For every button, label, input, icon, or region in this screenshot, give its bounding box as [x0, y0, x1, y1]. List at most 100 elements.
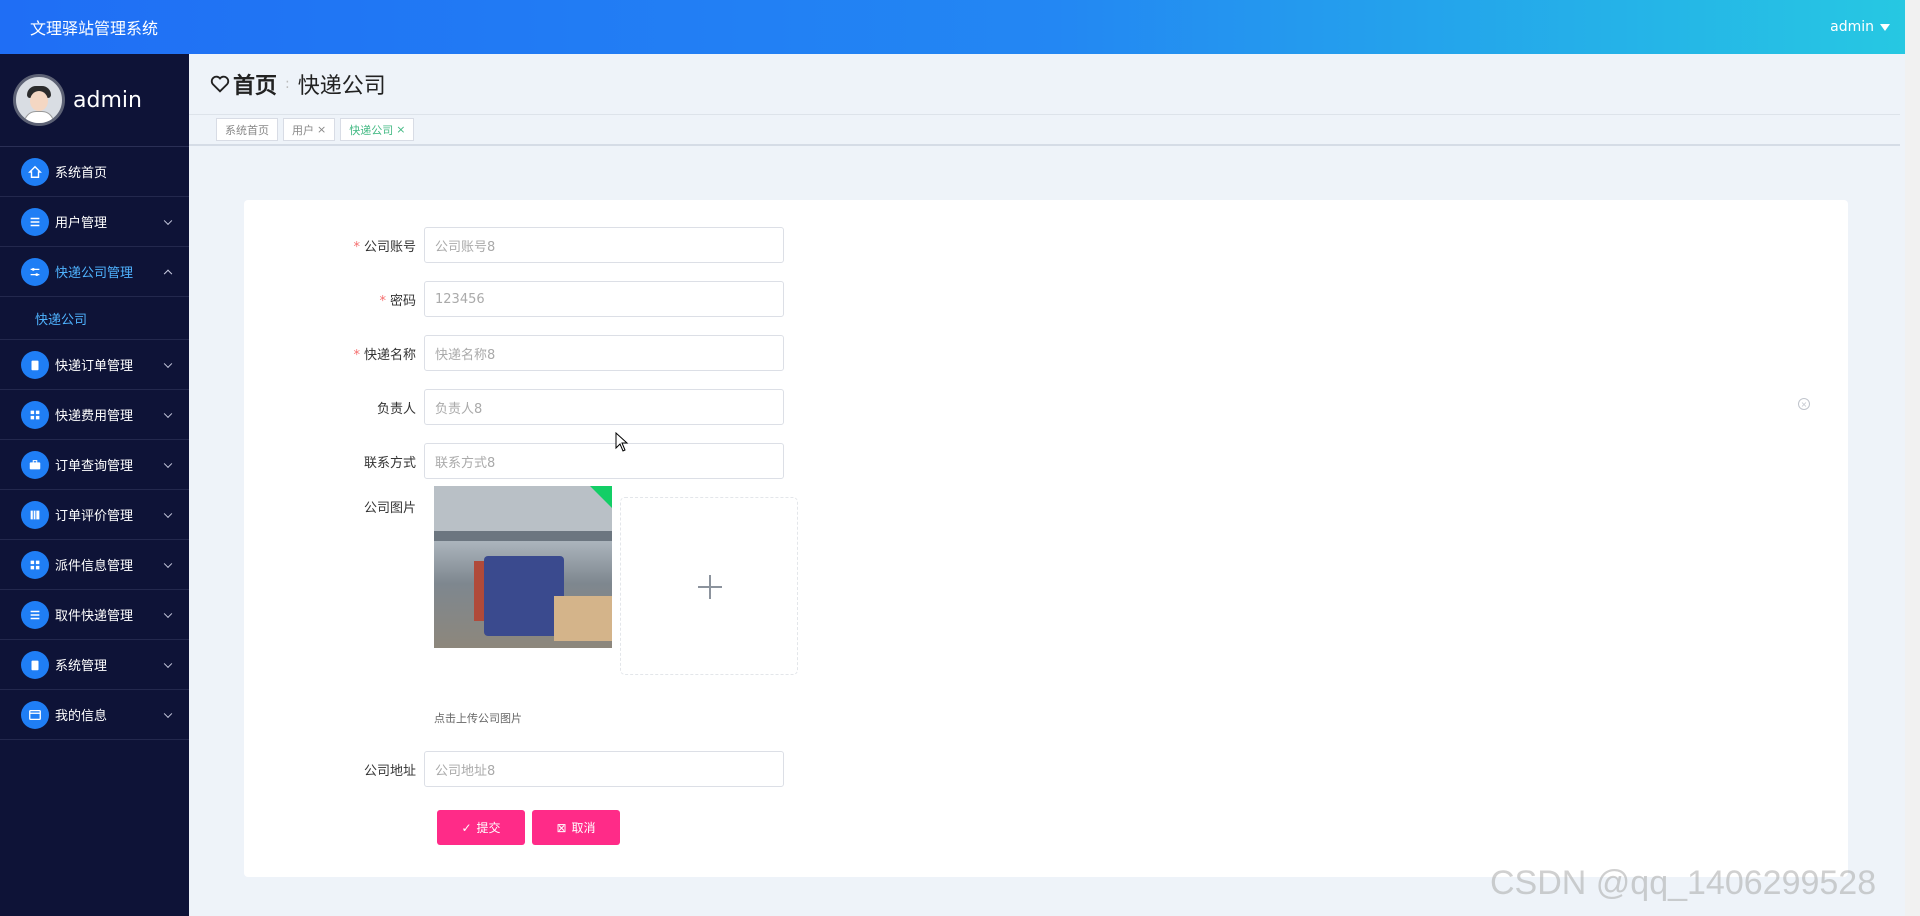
manager-input[interactable]: 负责人8	[424, 389, 784, 425]
form-row-account: * 公司账号 公司账号8	[244, 227, 784, 263]
sidebar-item-order-reviews[interactable]: 订单评价管理	[0, 490, 189, 540]
chevron-down-icon	[163, 459, 173, 468]
form-row-express-name: * 快递名称 快递名称8	[244, 335, 784, 371]
grid-icon	[21, 550, 49, 579]
grid-icon	[21, 400, 49, 429]
account-input[interactable]: 公司账号8	[424, 227, 784, 263]
chevron-down-icon	[163, 359, 173, 368]
sidebar-item-express-company[interactable]: 快递公司管理	[0, 247, 189, 297]
tab-dashboard[interactable]: 系统首页	[216, 118, 278, 141]
account-label: * 公司账号	[353, 239, 416, 255]
sidebar-item-label: 我的信息	[55, 709, 108, 724]
profile-name: admin	[73, 87, 142, 113]
password-input[interactable]: 123456	[424, 281, 784, 317]
sidebar-item-label: 订单评价管理	[55, 509, 134, 524]
close-icon[interactable]: ×	[396, 123, 405, 136]
image-label: 公司图片	[363, 501, 416, 516]
cancel-button[interactable]: ⊠ 取消	[532, 810, 620, 845]
express-name-input[interactable]: 快递名称8	[424, 335, 784, 371]
sidebar-item-express-orders[interactable]: 快递订单管理	[0, 340, 189, 390]
password-label: * 密码	[379, 293, 416, 309]
chevron-down-icon	[163, 609, 173, 618]
sidebar-item-users[interactable]: 用户管理	[0, 197, 189, 247]
tags-view: 系统首页 用户 × 快递公司 ×	[189, 114, 1900, 146]
submit-label: 提交	[476, 821, 501, 835]
briefcase-icon	[21, 450, 49, 479]
list-icon	[21, 207, 49, 236]
tab-users[interactable]: 用户 ×	[283, 118, 336, 141]
close-box-icon: ⊠	[556, 820, 567, 835]
form-row-manager: 负责人 负责人8	[244, 389, 784, 425]
caret-down-icon	[1880, 23, 1890, 31]
sidebar-item-order-query[interactable]: 订单查询管理	[0, 440, 189, 490]
sidebar-item-home[interactable]: 系统首页	[0, 147, 189, 197]
app-title: 文理驿站管理系统	[30, 19, 159, 38]
upload-button[interactable]	[620, 497, 798, 675]
home-icon	[21, 157, 49, 186]
heart-icon	[210, 75, 230, 93]
chevron-down-icon	[163, 709, 173, 718]
chevron-down-icon	[163, 659, 173, 668]
sidebar-item-pickup[interactable]: 取件快递管理	[0, 590, 189, 640]
sidebar-item-express-fees[interactable]: 快递费用管理	[0, 390, 189, 440]
card-icon	[21, 700, 49, 729]
sidebar-item-label: 快递公司管理	[55, 266, 134, 281]
chevron-down-icon	[163, 559, 173, 568]
clipboard-icon	[21, 650, 49, 679]
form-row-address: 公司地址 公司地址8	[244, 751, 784, 787]
avatar	[13, 74, 65, 126]
address-input[interactable]: 公司地址8	[424, 751, 784, 787]
sidebar-item-dispatch-info[interactable]: 派件信息管理	[0, 540, 189, 590]
clear-icon[interactable]: ×	[1798, 398, 1810, 410]
contact-label: 联系方式	[363, 455, 416, 471]
form-row-password: * 密码 123456	[244, 281, 784, 317]
watermark: CSDN @qq_1406299528	[1490, 864, 1877, 902]
scrollbar[interactable]	[1905, 0, 1920, 916]
tab-label: 快递公司	[349, 123, 394, 137]
upload-hint: 点击上传公司图片	[434, 712, 522, 725]
breadcrumb-home[interactable]: 首页	[233, 68, 277, 100]
check-icon: ✓	[461, 820, 472, 835]
top-bar: 文理驿站管理系统 admin	[0, 0, 1920, 54]
submenu-item-express-company[interactable]: 快递公司	[0, 297, 189, 340]
sidebar-profile: admin	[0, 54, 189, 147]
tab-label: 用户	[292, 123, 314, 137]
manager-label: 负责人	[376, 401, 416, 417]
sidebar-item-label: 订单查询管理	[55, 459, 134, 474]
page-title: 快递公司	[297, 74, 386, 99]
contact-input[interactable]: 联系方式8	[424, 443, 784, 479]
sidebar-item-system[interactable]: 系统管理	[0, 640, 189, 690]
success-check-icon	[590, 486, 612, 508]
close-icon[interactable]: ×	[317, 123, 326, 136]
mouse-cursor-icon	[615, 432, 629, 452]
list-icon	[21, 600, 49, 629]
chevron-down-icon	[163, 216, 173, 225]
sliders-icon	[21, 257, 49, 286]
sidebar-item-label: 快递订单管理	[55, 359, 134, 374]
plus-icon	[698, 575, 722, 599]
breadcrumb-separator: :	[285, 76, 290, 92]
sidebar-item-my-info[interactable]: 我的信息	[0, 690, 189, 740]
address-label: 公司地址	[363, 763, 416, 779]
form-card: * 公司账号 公司账号8 * 密码 123456 * 快递名称 快递名称8 负责人 负…	[244, 200, 1848, 877]
sidebar-item-label: 用户管理	[55, 216, 108, 231]
submit-button[interactable]: ✓ 提交	[437, 810, 525, 845]
chevron-down-icon	[163, 509, 173, 518]
clipboard-icon	[21, 350, 49, 379]
tab-label: 系统首页	[225, 123, 269, 137]
sidebar-item-label: 系统首页	[55, 166, 108, 181]
cancel-label: 取消	[571, 821, 596, 835]
user-menu-label: admin	[1830, 19, 1874, 35]
sidebar-item-label: 取件快递管理	[55, 609, 134, 624]
sidebar-item-label: 派件信息管理	[55, 559, 134, 574]
express-name-label: * 快递名称	[353, 347, 416, 363]
uploaded-company-image[interactable]	[434, 486, 612, 648]
tab-express-company[interactable]: 快递公司 ×	[340, 118, 415, 141]
user-menu[interactable]: admin	[1830, 19, 1890, 35]
sidebar-item-label: 系统管理	[55, 659, 108, 674]
chevron-up-icon	[163, 269, 173, 278]
chevron-down-icon	[163, 409, 173, 418]
breadcrumb: 首页 : 快递公司	[189, 54, 1900, 114]
sidebar-item-label: 快递费用管理	[55, 409, 134, 424]
form-row-contact: 联系方式 联系方式8	[244, 443, 784, 479]
